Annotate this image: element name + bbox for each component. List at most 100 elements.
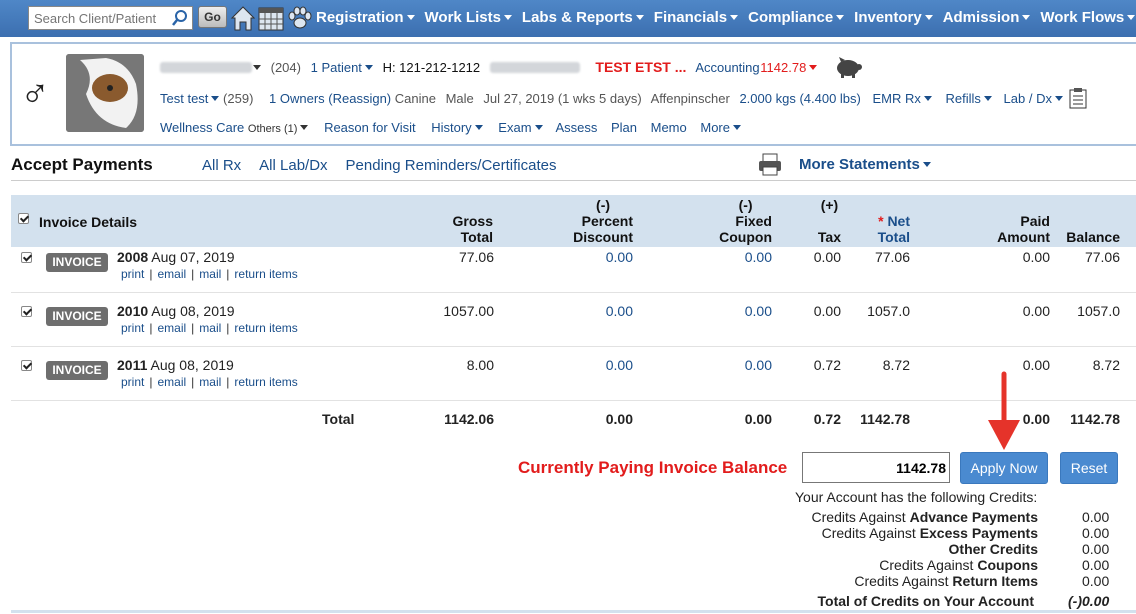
fixed-coupon-cell[interactable]: 0.00 [745,303,772,319]
total-tax: 0.72 [813,411,841,427]
fixed-coupon-cell[interactable]: 0.00 [745,357,772,373]
paying-amount-input[interactable] [802,452,950,483]
print-link[interactable]: print [121,375,144,389]
mail-link[interactable]: mail [199,267,221,281]
search-input[interactable] [28,6,193,30]
invoice-row-checkbox[interactable] [21,252,32,263]
accounting-link[interactable]: Accounting [695,60,759,75]
page-title: Accept Payments [11,155,153,174]
credit-value: 0.00 [1082,541,1110,557]
invoice-details-header: Invoice Details [39,214,138,230]
net-total-cell: 77.06 [874,249,910,265]
memo-link[interactable]: Memo [651,120,687,135]
patient-header: ♂ (204) 1 Patient H: 121-212-1212 TEST E… [10,42,1136,146]
total-balance: 1142.78 [1070,411,1120,427]
wellness-care-link[interactable]: Wellness Care [160,120,244,135]
search-icon[interactable] [171,9,189,27]
patient-link[interactable]: 1 Patient [311,60,373,75]
email-link[interactable]: email [157,267,186,281]
owners-link[interactable]: 1 Owners (Reassign) [269,91,391,106]
invoice-title[interactable]: 2011 Aug 08, 2019 [117,357,234,373]
go-button[interactable]: Go [198,6,227,28]
invoice-row-checkbox[interactable] [21,306,32,317]
invoice-row-checkbox[interactable] [21,360,32,371]
patient-breed: Affenpinscher [650,91,730,106]
client-email-redacted [489,62,580,73]
nav-work-lists[interactable]: Work Lists [425,9,512,26]
nav-admission[interactable]: Admission [943,9,1031,26]
nav-work-flows[interactable]: Work Flows [1040,9,1135,26]
printer-icon[interactable] [757,152,783,176]
print-link[interactable]: print [121,321,144,335]
invoice-badge[interactable]: INVOICE [46,361,108,380]
accounting-value[interactable]: 1142.78 [760,60,817,75]
balance-header: Balance [1066,229,1120,245]
plan-link[interactable]: Plan [611,120,637,135]
gross-total-cell: 8.00 [466,357,494,373]
patient-weight-link[interactable]: 2.000 kgs (4.400 lbs) [739,91,860,106]
net-total-header[interactable]: * Net Total [878,213,910,245]
email-link[interactable]: email [157,321,186,335]
all-lab-dx-link[interactable]: All Lab/Dx [259,157,327,174]
percent-discount-cell[interactable]: 0.00 [606,249,633,265]
percent-discount-cell[interactable]: 0.00 [606,303,633,319]
invoice-title[interactable]: 2008 Aug 07, 2019 [117,249,235,265]
refills-menu[interactable]: Refills [946,91,992,106]
patient-name-link[interactable]: Test test [160,91,219,106]
calendar-icon[interactable] [257,4,285,32]
return-items-link[interactable]: return items [234,375,297,389]
lab-dx-menu[interactable]: Lab / Dx [1004,91,1063,106]
apply-now-button[interactable]: Apply Now [960,452,1048,484]
mail-link[interactable]: mail [199,321,221,335]
paw-icon[interactable] [286,4,314,32]
credit-label: Other Credits [948,541,1038,557]
section-subnav: All Rx All Lab/Dx Pending Reminders/Cert… [202,157,556,174]
return-items-link[interactable]: return items [234,321,297,335]
nav-financials[interactable]: Financials [654,9,738,26]
rx-menu[interactable]: Rx [905,91,932,106]
piggy-bank-icon[interactable] [833,56,863,78]
paid-amount-cell: 0.00 [1022,303,1050,319]
percent-discount-cell[interactable]: 0.00 [606,357,633,373]
more-menu[interactable]: More [700,120,741,135]
patient-info-row: Test test (259) 1 Owners (Reassign) Cani… [160,87,1089,109]
patient-id: (259) [223,91,254,106]
invoice-title[interactable]: 2010 Aug 08, 2019 [117,303,235,319]
invoice-number: 2010 [117,303,149,319]
fixed-coupon-header: (-) Fixed Coupon [719,197,772,245]
nav-labs-reports[interactable]: Labs & Reports [522,9,644,26]
nav-registration[interactable]: Registration [316,9,415,26]
reason-for-visit-link[interactable]: Reason for Visit [324,120,416,135]
exam-menu[interactable]: Exam [498,120,542,135]
fixed-coupon-cell[interactable]: 0.00 [745,249,772,265]
pending-reminders-link[interactable]: Pending Reminders/Certificates [346,157,557,174]
others-menu[interactable]: Others (1) [248,123,309,135]
assess-link[interactable]: Assess [555,120,597,135]
all-rx-link[interactable]: All Rx [202,157,241,174]
mail-link[interactable]: mail [199,375,221,389]
nav-inventory[interactable]: Inventory [854,9,933,26]
select-all-checkbox[interactable] [18,213,29,224]
more-statements-menu[interactable]: More Statements [799,156,931,173]
client-count: (204) [270,60,301,75]
home-icon[interactable] [229,4,257,32]
tax-cell: 0.00 [813,249,841,265]
balance-cell: 1057.0 [1077,303,1120,319]
print-link[interactable]: print [121,267,144,281]
invoice-badge[interactable]: INVOICE [46,253,108,272]
row-divider [11,346,1136,347]
emr-link[interactable]: EMR [872,91,901,106]
reset-button[interactable]: Reset [1060,452,1118,484]
client-alert[interactable]: TEST ETST ... [595,59,686,75]
tax-cell: 0.00 [813,303,841,319]
nav-compliance[interactable]: Compliance [748,9,844,26]
clipboard-icon[interactable] [1067,87,1089,109]
net-total-cell: 1057.0 [867,303,910,319]
invoice-badge[interactable]: INVOICE [46,307,108,326]
top-navigation-bar: Go Registration Work Lists Labs & Report… [0,0,1136,37]
email-link[interactable]: email [157,375,186,389]
total-credits-label: Total of Credits on Your Account [817,593,1034,609]
patient-avatar[interactable] [66,54,144,132]
return-items-link[interactable]: return items [234,267,297,281]
history-menu[interactable]: History [431,120,482,135]
